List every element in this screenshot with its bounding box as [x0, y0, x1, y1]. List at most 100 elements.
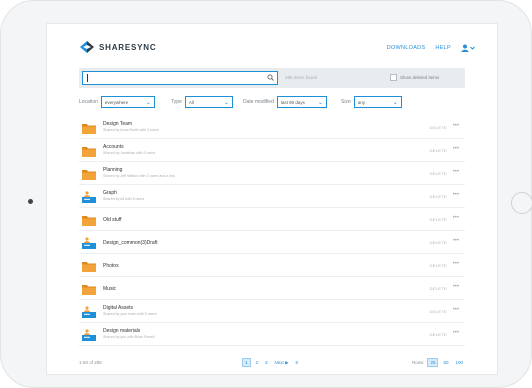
chevron-down-icon: ⌄ — [317, 99, 323, 106]
type-select[interactable]: All ⌄ — [184, 96, 233, 108]
filter-bar: Location everywhere ⌄ Type All ⌄ Date mo… — [79, 96, 465, 110]
file-name[interactable]: Music — [103, 286, 116, 292]
show-deleted-checkbox[interactable] — [390, 74, 397, 81]
delete-button[interactable]: DELETE — [430, 194, 447, 199]
more-dots-icon[interactable]: ••• — [453, 261, 459, 267]
size-select[interactable]: any ⌄ — [353, 96, 402, 108]
home-button[interactable] — [511, 192, 532, 214]
delete-button[interactable]: DELETE — [430, 286, 447, 291]
user-menu[interactable] — [461, 44, 475, 52]
folder-icon — [82, 259, 96, 272]
delete-button[interactable]: DELETE — [430, 263, 447, 268]
size-value: any — [357, 99, 365, 105]
more-dots-icon[interactable]: ••• — [453, 215, 459, 221]
file-row[interactable]: Graph Shared by Ali with 6 users DELETE ••• — [79, 185, 465, 208]
file-row[interactable]: Photos DELETE ••• — [79, 254, 465, 277]
size-filter: Size any ⌄ — [341, 96, 402, 108]
top-nav: DOWNLOADS HELP — [387, 44, 475, 52]
last-page-button[interactable]: 6 — [294, 359, 301, 366]
shared-folder-icon — [82, 305, 96, 318]
location-select[interactable]: everywhere ⌄ — [100, 96, 155, 108]
page-range: 1-50 of 285 — [79, 360, 102, 365]
folder-icon — [82, 282, 96, 295]
page-2-button[interactable]: 2 — [254, 359, 261, 366]
location-value: everywhere — [104, 99, 129, 105]
file-row[interactable]: Accounts Shared by Jonathan with 5 users D… — [79, 139, 465, 162]
brand-name: SHARESYNC — [99, 42, 157, 52]
chevron-down-icon — [470, 46, 475, 50]
delete-button[interactable]: DELETE — [430, 171, 447, 176]
share-info: Shared by you with Brian Powell — [103, 335, 155, 339]
file-name[interactable]: Design Team — [103, 121, 132, 127]
rows-per-page: Rows: 25 50 100 — [412, 358, 465, 367]
rows-25-button[interactable]: 25 — [427, 358, 439, 367]
user-icon — [461, 44, 469, 52]
file-row[interactable]: Design materials Shared by you with Brian… — [79, 323, 465, 346]
delete-button[interactable]: DELETE — [430, 217, 447, 222]
next-label: Next — [274, 359, 284, 365]
folder-icon — [82, 213, 96, 226]
more-dots-icon[interactable]: ••• — [453, 146, 459, 152]
page-3-button[interactable]: 3 — [263, 359, 270, 366]
size-label: Size — [341, 99, 351, 105]
date-value: last 90 days — [280, 99, 305, 105]
file-row[interactable]: Design Team Shared by Anna Smith with 4 u… — [79, 116, 465, 139]
shared-folder-icon — [82, 190, 96, 203]
file-row[interactable]: Planning Shared by Jeff Walton with 2 use… — [79, 162, 465, 185]
file-name[interactable]: Planning — [103, 167, 122, 173]
app-screen: SHARESYNC DOWNLOADS HELP 285 items found… — [46, 23, 498, 375]
delete-button[interactable]: DELETE — [430, 332, 447, 337]
type-value: All — [188, 99, 194, 105]
results-count: 285 items found — [285, 75, 318, 80]
more-dots-icon[interactable]: ••• — [453, 169, 459, 175]
file-row[interactable]: Music DELETE ••• — [79, 277, 465, 300]
list-footer: 1-50 of 285 1 2 3 Next ▶ 6 Rows: 25 50 1… — [79, 358, 465, 368]
more-dots-icon[interactable]: ••• — [453, 123, 459, 129]
share-info: Shared by Ali with 6 users — [103, 197, 145, 201]
location-label: Location — [79, 99, 98, 105]
delete-button[interactable]: DELETE — [430, 240, 447, 245]
file-row[interactable]: Old stuff DELETE ••• — [79, 208, 465, 231]
text-caret — [87, 74, 88, 82]
file-name[interactable]: Digital Assets — [103, 305, 133, 311]
help-link[interactable]: HELP — [435, 45, 451, 51]
rows-50-button[interactable]: 50 — [441, 359, 450, 366]
location-filter: Location everywhere ⌄ — [79, 96, 155, 108]
file-name[interactable]: Accounts — [103, 144, 124, 150]
folder-icon — [82, 144, 96, 157]
file-name[interactable]: Design_common(3)Draft — [103, 240, 157, 246]
share-info: Shared by Anna Smith with 4 users — [103, 128, 159, 132]
chevron-down-icon: ⌄ — [223, 99, 229, 106]
top-bar: SHARESYNC DOWNLOADS HELP — [47, 24, 497, 68]
sharesync-logo-icon — [80, 41, 94, 53]
next-page-button[interactable]: Next ▶ — [273, 359, 291, 367]
more-dots-icon[interactable]: ••• — [453, 238, 459, 244]
search-bar: 285 items found Show deleted items — [79, 68, 465, 88]
more-dots-icon[interactable]: ••• — [453, 192, 459, 198]
search-icon[interactable] — [267, 74, 274, 81]
camera-dot — [28, 199, 33, 204]
delete-button[interactable]: DELETE — [430, 309, 447, 314]
rows-100-button[interactable]: 100 — [453, 359, 465, 366]
file-row[interactable]: Design_common(3)Draft DELETE ••• — [79, 231, 465, 254]
more-dots-icon[interactable]: ••• — [453, 307, 459, 313]
file-name[interactable]: Photos — [103, 263, 119, 269]
more-dots-icon[interactable]: ••• — [453, 330, 459, 336]
downloads-link[interactable]: DOWNLOADS — [387, 45, 426, 51]
more-dots-icon[interactable]: ••• — [453, 284, 459, 290]
page-1-button[interactable]: 1 — [242, 358, 251, 367]
file-name[interactable]: Old stuff — [103, 217, 122, 223]
delete-button[interactable]: DELETE — [430, 148, 447, 153]
search-input[interactable] — [82, 71, 278, 85]
logo[interactable]: SHARESYNC — [79, 40, 156, 54]
type-filter: Type All ⌄ — [171, 96, 233, 108]
date-select[interactable]: last 90 days ⌄ — [276, 96, 327, 108]
file-name[interactable]: Graph — [103, 190, 117, 196]
file-row[interactable]: Digital Assets Shared by your team with 5… — [79, 300, 465, 323]
date-filter: Date modified last 90 days ⌄ — [243, 96, 327, 108]
chevron-down-icon: ⌄ — [145, 99, 151, 106]
delete-button[interactable]: DELETE — [430, 125, 447, 130]
show-deleted-toggle[interactable]: Show deleted items — [390, 74, 439, 81]
file-name[interactable]: Design materials — [103, 328, 140, 334]
share-info: Shared by your team with 5 users — [103, 312, 157, 316]
